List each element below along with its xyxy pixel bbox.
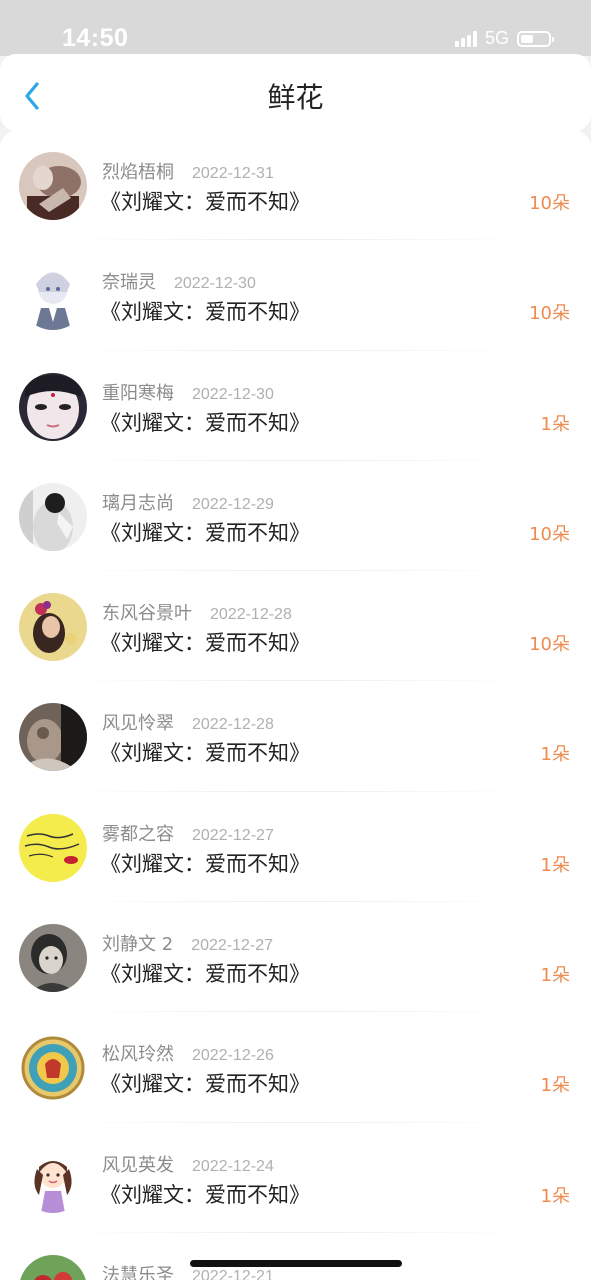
battery-icon (517, 30, 554, 47)
record-date: 2022-12-24 (192, 1157, 274, 1175)
status-time: 14:50 (62, 24, 129, 52)
avatar[interactable] (19, 813, 87, 882)
user-name[interactable]: 奈瑞灵 (102, 268, 156, 294)
avatar[interactable] (19, 482, 87, 551)
list-item[interactable]: 刘静文 2 2022-12-27 《刘耀文：爱而不知》 1朵 (0, 902, 591, 1013)
flower-count: 10朵 (529, 634, 570, 656)
avatar[interactable] (19, 1034, 87, 1103)
user-name[interactable]: 烈焰梧桐 (102, 158, 174, 184)
book-title[interactable]: 《刘耀文：爱而不知》 (100, 296, 310, 326)
avatar[interactable] (19, 372, 87, 441)
list-item[interactable]: 松风玲然 2022-12-26 《刘耀文：爱而不知》 1朵 (0, 1012, 591, 1123)
list-item[interactable]: 东风谷景叶 2022-12-28 《刘耀文：爱而不知》 10朵 (0, 571, 591, 682)
user-name[interactable]: 风见怜翠 (102, 709, 174, 735)
book-title[interactable]: 《刘耀文：爱而不知》 (100, 1179, 310, 1209)
flower-count: 1朵 (540, 1075, 570, 1097)
record-meta: 东风谷景叶 2022-12-28 (102, 599, 292, 625)
signal-icon (454, 30, 477, 47)
flower-count: 10朵 (529, 523, 570, 545)
record-date: 2022-12-29 (192, 495, 274, 513)
flower-count: 1朵 (540, 744, 570, 766)
record-date: 2022-12-21 (192, 1267, 274, 1280)
avatar[interactable] (19, 593, 87, 662)
user-name[interactable]: 风见英发 (102, 1151, 174, 1177)
flower-record-list[interactable]: 烈焰梧桐 2022-12-31 《刘耀文：爱而不知》 10朵 奈瑞灵 2022-12-30… (0, 130, 591, 1280)
record-date: 2022-12-26 (192, 1047, 274, 1065)
user-name[interactable]: 雾都之容 (102, 820, 174, 846)
list-item[interactable]: 法慧乐圣 2022-12-21 (0, 1233, 591, 1280)
page-title: 鲜花 (267, 81, 324, 114)
record-meta: 刘静文 2 2022-12-27 (102, 930, 273, 956)
network-label: 5G (484, 28, 509, 48)
record-meta: 奈瑞灵 2022-12-30 (102, 268, 256, 294)
flower-count: 1朵 (540, 965, 570, 987)
record-date: 2022-12-27 (192, 826, 274, 844)
user-name[interactable]: 刘静文 2 (102, 930, 173, 956)
flower-count: 10朵 (529, 303, 570, 325)
record-date: 2022-12-31 (192, 165, 274, 182)
list-item[interactable]: 雾都之容 2022-12-27 《刘耀文：爱而不知》 1朵 (0, 792, 591, 903)
status-indicators: 5G (454, 28, 554, 49)
book-title[interactable]: 《刘耀文：爱而不知》 (100, 186, 310, 216)
record-date: 2022-12-28 (210, 606, 292, 624)
book-title[interactable]: 《刘耀文：爱而不知》 (100, 737, 310, 767)
avatar[interactable] (19, 703, 87, 772)
record-meta: 重阳寒梅 2022-12-30 (102, 379, 274, 405)
record-meta: 风见英发 2022-12-24 (102, 1151, 274, 1177)
avatar[interactable] (19, 152, 87, 220)
record-meta: 璃月志尚 2022-12-29 (102, 489, 274, 515)
user-name[interactable]: 重阳寒梅 (102, 379, 174, 405)
list-item[interactable]: 重阳寒梅 2022-12-30 《刘耀文：爱而不知》 1朵 (0, 351, 591, 461)
user-name[interactable]: 松风玲然 (102, 1040, 174, 1066)
record-date: 2022-12-27 (191, 937, 274, 955)
avatar[interactable] (19, 924, 87, 993)
flower-count: 10朵 (529, 193, 570, 214)
record-date: 2022-12-30 (192, 385, 274, 403)
record-date: 2022-12-30 (174, 275, 256, 293)
user-name[interactable]: 璃月志尚 (102, 489, 174, 515)
user-name[interactable]: 东风谷景叶 (102, 599, 192, 625)
home-indicator[interactable] (190, 1260, 402, 1267)
avatar[interactable] (19, 262, 87, 331)
list-item[interactable]: 璃月志尚 2022-12-29 《刘耀文：爱而不知》 10朵 (0, 461, 591, 572)
status-bar: 14:50 5G (0, 0, 591, 56)
list-item[interactable]: 风见怜翠 2022-12-28 《刘耀文：爱而不知》 1朵 (0, 681, 591, 792)
record-meta: 松风玲然 2022-12-26 (102, 1040, 274, 1066)
user-name[interactable]: 法慧乐圣 (102, 1261, 174, 1280)
list-item[interactable]: 烈焰梧桐 2022-12-31 《刘耀文：爱而不知》 10朵 (0, 130, 591, 241)
flower-count: 1朵 (540, 1185, 570, 1207)
record-meta: 风见怜翠 2022-12-28 (102, 709, 274, 735)
list-item[interactable]: 奈瑞灵 2022-12-30 《刘耀文：爱而不知》 10朵 (0, 240, 591, 351)
navigation-bar: 鲜花 (0, 54, 591, 132)
book-title[interactable]: 《刘耀文：爱而不知》 (100, 958, 310, 988)
list-item[interactable]: 风见英发 2022-12-24 《刘耀文：爱而不知》 1朵 (0, 1123, 591, 1233)
flower-count: 1朵 (540, 854, 570, 876)
book-title[interactable]: 《刘耀文：爱而不知》 (100, 627, 310, 657)
book-title[interactable]: 《刘耀文：爱而不知》 (100, 1068, 310, 1098)
avatar[interactable] (19, 1144, 87, 1213)
record-date: 2022-12-28 (192, 716, 274, 734)
battery-level (521, 34, 533, 43)
avatar[interactable] (19, 1254, 87, 1280)
record-meta: 雾都之容 2022-12-27 (102, 820, 274, 846)
flower-count: 1朵 (540, 413, 570, 435)
book-title[interactable]: 《刘耀文：爱而不知》 (100, 407, 310, 437)
book-title[interactable]: 《刘耀文：爱而不知》 (100, 517, 310, 547)
book-title[interactable]: 《刘耀文：爱而不知》 (100, 848, 310, 878)
record-meta: 烈焰梧桐 2022-12-31 (102, 158, 274, 184)
